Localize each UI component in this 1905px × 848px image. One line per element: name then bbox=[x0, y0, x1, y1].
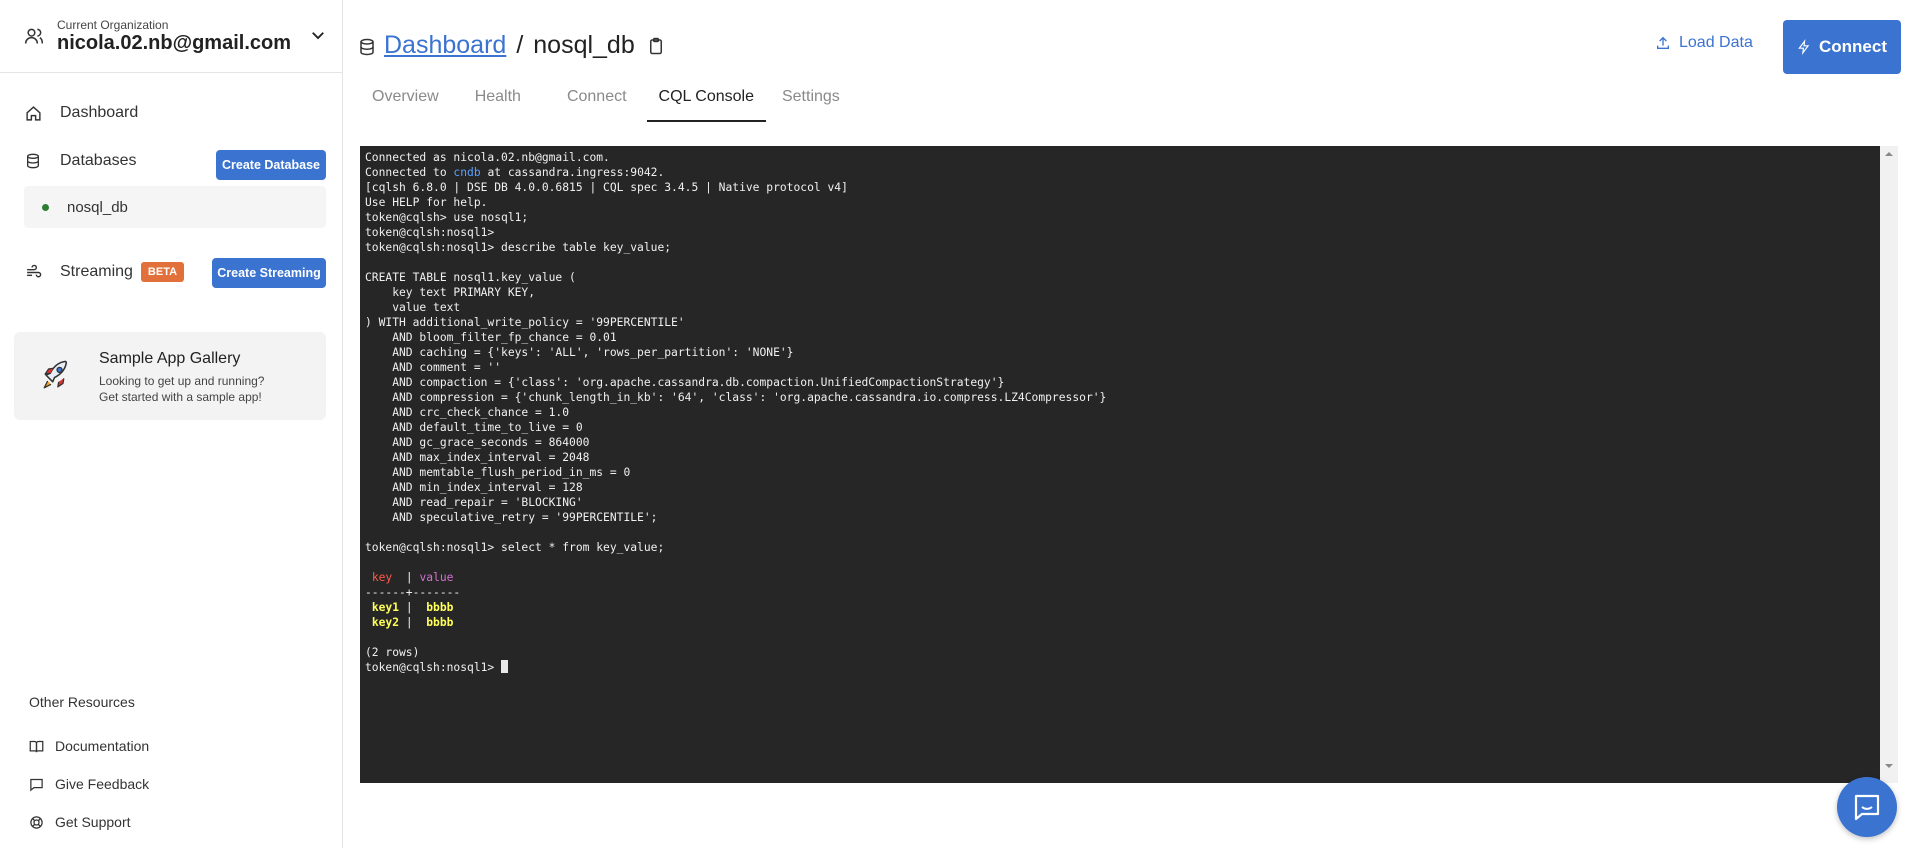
give-feedback-link[interactable]: Give Feedback bbox=[29, 774, 149, 794]
book-icon bbox=[29, 738, 45, 754]
console-line: key text PRIMARY KEY, bbox=[365, 286, 536, 299]
console-line: token@cqlsh> use nosql1; bbox=[365, 211, 529, 224]
get-support-link[interactable]: Get Support bbox=[29, 812, 131, 832]
console-line: AND memtable_flush_period_in_ms = 0 bbox=[365, 466, 631, 479]
tab-settings[interactable]: Settings bbox=[770, 80, 852, 122]
result-row: key2 | bbbb bbox=[371, 616, 454, 629]
message-icon bbox=[29, 776, 45, 792]
sidebar-item-label: nosql_db bbox=[67, 198, 128, 216]
console-cursor bbox=[501, 660, 509, 673]
breadcrumb-dashboard-link[interactable]: Dashboard bbox=[384, 31, 506, 60]
resource-label: Documentation bbox=[55, 738, 150, 754]
database-icon bbox=[24, 152, 42, 170]
sidebar-item-nosql-db[interactable]: nosql_db bbox=[24, 186, 326, 228]
breadcrumb-separator: / bbox=[516, 31, 524, 59]
console-line: Connected to cndb at cassandra.ingress:9… bbox=[365, 166, 665, 179]
users-icon bbox=[24, 28, 44, 44]
console-line: AND gc_grace_seconds = 864000 bbox=[365, 436, 590, 449]
console-line: value text bbox=[365, 301, 461, 314]
chat-icon bbox=[1854, 794, 1880, 821]
resource-label: Get Support bbox=[55, 814, 131, 830]
create-streaming-button[interactable]: Create Streaming bbox=[212, 258, 326, 288]
load-data-button[interactable]: Load Data bbox=[1655, 34, 1753, 52]
breadcrumb-current: nosql_db bbox=[533, 31, 635, 59]
console-line: AND default_time_to_live = 0 bbox=[365, 421, 583, 434]
database-tabs: Overview Health Connect CQL Console Sett… bbox=[360, 80, 864, 122]
scroll-down-icon[interactable] bbox=[1884, 761, 1894, 771]
upload-icon bbox=[1657, 36, 1669, 49]
beta-badge: BETA bbox=[140, 262, 185, 282]
console-line: Connected as nicola.02.nb@gmail.com. bbox=[365, 151, 610, 164]
database-icon bbox=[360, 38, 374, 56]
gallery-subtitle: Looking to get up and running? Get start… bbox=[99, 373, 264, 405]
console-line: AND max_index_interval = 2048 bbox=[365, 451, 590, 464]
tab-health[interactable]: Health bbox=[463, 80, 533, 122]
console-line: AND compression = {'chunk_length_in_kb':… bbox=[365, 391, 1107, 404]
console-line: token@cqlsh:nosql1> describe table key_v… bbox=[365, 241, 672, 254]
org-caption: Current Organization bbox=[57, 18, 169, 32]
console-line: ) WITH additional_write_policy = '99PERC… bbox=[365, 316, 685, 329]
streaming-icon bbox=[24, 263, 42, 281]
result-header: key | value bbox=[371, 571, 454, 584]
console-line: [cqlsh 6.8.0 | DSE DB 4.0.0.6815 | CQL s… bbox=[365, 181, 848, 194]
tab-cql-console[interactable]: CQL Console bbox=[646, 80, 767, 122]
other-resources-title: Other Resources bbox=[29, 694, 135, 710]
console-line: AND bloom_filter_fp_chance = 0.01 bbox=[365, 331, 617, 344]
console-line: token@cqlsh:nosql1> select * from key_va… bbox=[365, 541, 665, 554]
connect-button[interactable]: Connect bbox=[1783, 20, 1901, 74]
sidebar: Current Organization nicola.02.nb@gmail.… bbox=[0, 0, 343, 848]
cql-console[interactable]: Connected as nicola.02.nb@gmail.com. Conn… bbox=[360, 146, 1898, 783]
console-line: AND speculative_retry = '99PERCENTILE'; bbox=[365, 511, 658, 524]
sample-app-gallery[interactable]: Sample App Gallery Looking to get up and… bbox=[14, 332, 326, 420]
console-text: Connected as nicola.02.nb@gmail.com. Conn… bbox=[365, 150, 1876, 675]
console-line: Use HELP for help. bbox=[365, 196, 488, 209]
console-line: token@cqlsh:nosql1> bbox=[365, 226, 495, 239]
sidebar-item-label: Databases bbox=[60, 152, 137, 169]
gallery-subtitle-line: Get started with a sample app! bbox=[99, 390, 262, 404]
console-line: AND comment = '' bbox=[365, 361, 502, 374]
chevron-down-icon[interactable] bbox=[309, 26, 327, 44]
clipboard-icon[interactable] bbox=[647, 35, 665, 57]
load-data-label: Load Data bbox=[1679, 34, 1753, 51]
console-prompt: token@cqlsh:nosql1> bbox=[365, 660, 1876, 675]
scroll-up-icon[interactable] bbox=[1884, 149, 1894, 159]
console-output: Connected as nicola.02.nb@gmail.com. Conn… bbox=[365, 150, 1876, 779]
create-database-button[interactable]: Create Database bbox=[216, 150, 326, 180]
console-line: AND caching = {'keys': 'ALL', 'rows_per_… bbox=[365, 346, 794, 359]
result-row: key1 | bbbb bbox=[371, 601, 454, 614]
row-count: (2 rows) bbox=[365, 646, 420, 659]
tab-overview[interactable]: Overview bbox=[360, 80, 451, 122]
tab-connect[interactable]: Connect bbox=[555, 80, 639, 122]
console-line: AND crc_check_chance = 1.0 bbox=[365, 406, 570, 419]
sidebar-item-label: Streaming bbox=[60, 263, 133, 280]
gallery-title: Sample App Gallery bbox=[99, 350, 241, 367]
console-line: AND min_index_interval = 128 bbox=[365, 481, 583, 494]
gallery-subtitle-line: Looking to get up and running? bbox=[99, 374, 265, 388]
sidebar-item-dashboard[interactable]: Dashboard bbox=[14, 93, 326, 133]
console-line: AND compaction = {'class': 'org.apache.c… bbox=[365, 376, 1005, 389]
lifebuoy-icon bbox=[29, 814, 45, 830]
rocket-icon bbox=[43, 360, 68, 389]
home-icon bbox=[24, 104, 42, 122]
organization-switcher[interactable]: Current Organization nicola.02.nb@gmail.… bbox=[0, 0, 342, 73]
lightning-icon bbox=[1798, 39, 1810, 55]
documentation-link[interactable]: Documentation bbox=[29, 736, 149, 756]
org-name: nicola.02.nb@gmail.com bbox=[57, 32, 292, 54]
status-dot bbox=[42, 203, 49, 211]
console-line: AND read_repair = 'BLOCKING' bbox=[365, 496, 583, 509]
console-line: CREATE TABLE nosql1.key_value ( bbox=[365, 271, 576, 284]
connect-label: Connect bbox=[1819, 37, 1887, 56]
chat-support-button[interactable] bbox=[1837, 777, 1897, 837]
breadcrumb: Dashboard / nosql_db bbox=[384, 31, 665, 60]
resource-label: Give Feedback bbox=[55, 776, 150, 792]
sidebar-item-label: Dashboard bbox=[60, 104, 139, 121]
console-scrollbar[interactable] bbox=[1880, 146, 1898, 783]
result-divider: ------+------- bbox=[365, 586, 461, 599]
